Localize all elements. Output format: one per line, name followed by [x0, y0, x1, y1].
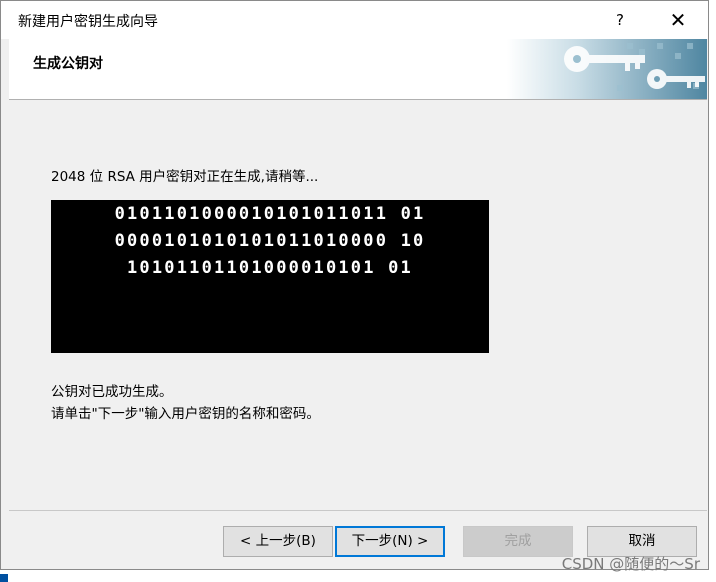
page-title: 生成公钥对	[33, 56, 103, 72]
instruction-message: 请单击"下一步"输入用户密钥的名称和密码。	[51, 406, 320, 422]
binary-line: 0101101000010101011011 01	[114, 204, 426, 224]
next-button[interactable]: 下一步(N) >	[335, 526, 445, 557]
keys-banner-icon	[507, 39, 707, 99]
wizard-header: 生成公钥对	[9, 39, 707, 100]
title-bar[interactable]: 新建用户密钥生成向导 ? ✕	[1, 1, 708, 39]
binary-line: 10101101101000010101 01	[126, 258, 413, 278]
close-button[interactable]: ✕	[656, 5, 700, 35]
finish-button[interactable]: 完成	[463, 526, 573, 557]
window-title: 新建用户密钥生成向导	[18, 14, 158, 30]
generation-status: 2048 位 RSA 用户密钥对正在生成,请稍等...	[51, 169, 319, 185]
taskbar-edge	[0, 574, 8, 582]
watermark: CSDN @随便的～Sr	[561, 555, 700, 573]
success-message: 公钥对已成功生成。	[51, 384, 173, 400]
binary-animation: 0101101000010101011011 01 00001010101010…	[51, 200, 489, 353]
binary-line: 0000101010101011010000 10	[114, 231, 426, 251]
prev-button[interactable]: < 上一步(B)	[223, 526, 333, 557]
help-button[interactable]: ?	[598, 5, 642, 35]
wizard-window: 新建用户密钥生成向导 ? ✕ 生成公钥对 2048 位 RSA 用户密钥对正在生…	[0, 0, 709, 570]
wizard-content: 2048 位 RSA 用户密钥对正在生成,请稍等... 010110100001…	[9, 100, 707, 510]
